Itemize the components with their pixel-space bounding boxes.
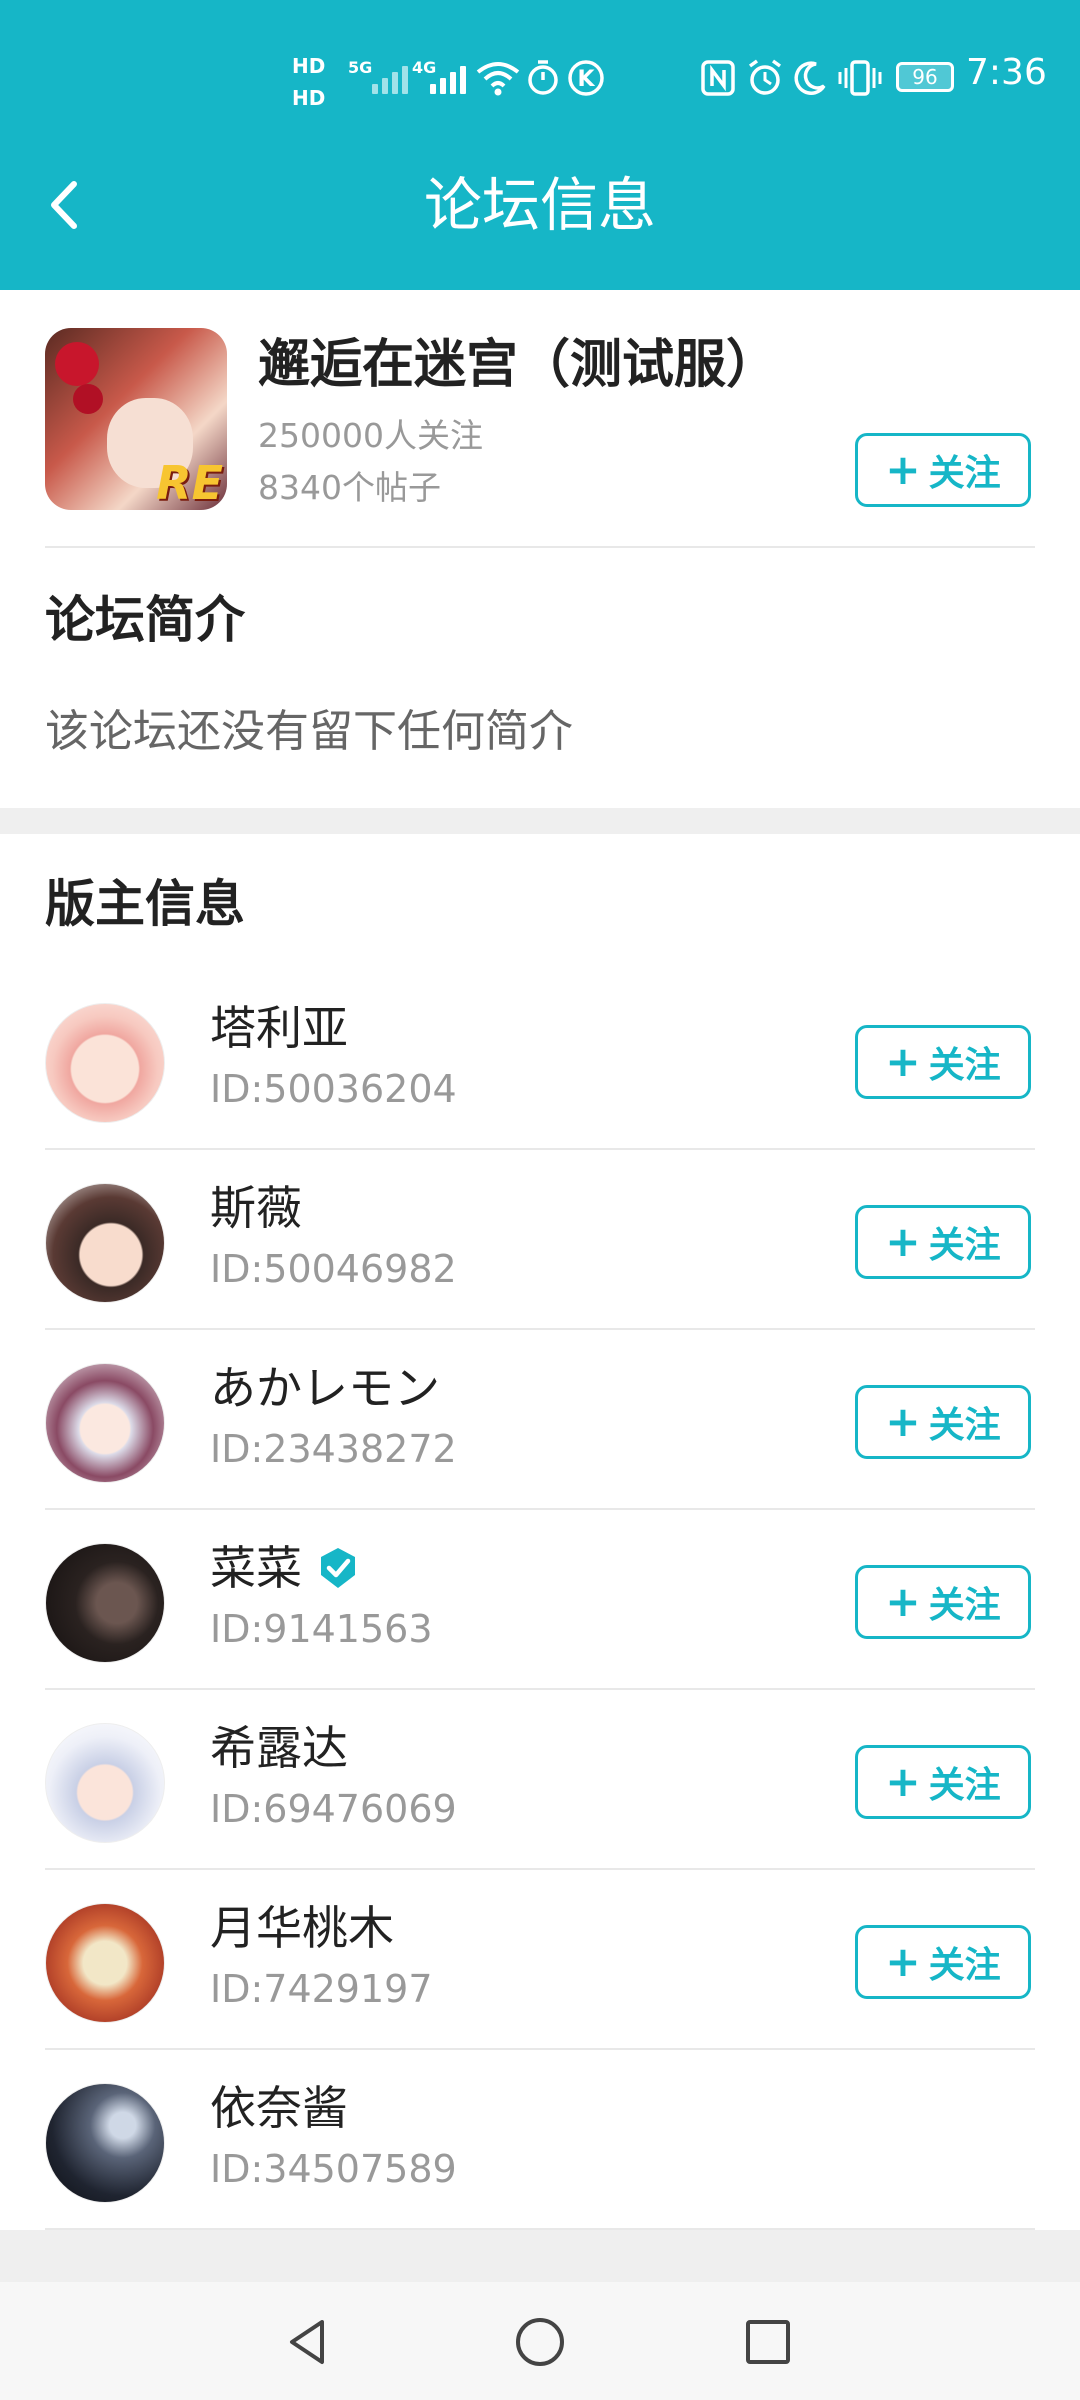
forum-followers: 250000人关注 bbox=[258, 416, 483, 455]
moderator-id: ID:9141563 bbox=[210, 1607, 433, 1651]
intro-text: 该论坛还没有留下任何简介 bbox=[45, 706, 573, 757]
bottom-spacer bbox=[0, 2230, 1080, 2282]
moderator-row[interactable]: 塔利亚 ID:50036204 + 关注 bbox=[0, 970, 1080, 1150]
vibrate-icon bbox=[838, 58, 882, 107]
avatar[interactable] bbox=[45, 1543, 165, 1663]
hd2-label: HD bbox=[292, 86, 326, 110]
signal-icon bbox=[372, 54, 408, 94]
forum-posts: 8340个帖子 bbox=[258, 468, 441, 507]
moon-icon bbox=[792, 58, 828, 107]
moderator-name: 依奈酱 bbox=[210, 2081, 348, 2135]
wifi-icon bbox=[476, 58, 520, 107]
forum-icon: RE bbox=[45, 328, 227, 510]
follow-button[interactable]: + 关注 bbox=[855, 1565, 1031, 1639]
svg-text:K: K bbox=[577, 67, 595, 92]
avatar[interactable] bbox=[45, 1363, 165, 1483]
moderator-id: ID:69476069 bbox=[210, 1787, 457, 1831]
verified-badge-icon bbox=[321, 1548, 355, 1588]
follow-button[interactable]: + 关注 bbox=[855, 1925, 1031, 1999]
triangle-back-icon[interactable] bbox=[278, 2312, 338, 2372]
plus-icon: + bbox=[885, 1397, 921, 1446]
moderator-row[interactable]: 斯薇 ID:50046982 + 关注 bbox=[0, 1150, 1080, 1330]
hd-indicator: HD HD bbox=[292, 50, 325, 114]
moderator-row[interactable]: 菜菜 ID:9141563 + 关注 bbox=[0, 1510, 1080, 1690]
moderator-row[interactable]: 月华桃木 ID:7429197 + 关注 bbox=[0, 1870, 1080, 2050]
follow-label: 关注 bbox=[928, 1225, 1001, 1266]
moderator-row[interactable]: 依奈酱 ID:34507589 bbox=[0, 2050, 1080, 2230]
follow-label: 关注 bbox=[928, 1405, 1001, 1446]
moderator-id: ID:50036204 bbox=[210, 1067, 457, 1111]
moderator-name-text: 菜菜 bbox=[210, 1541, 302, 1595]
follow-label: 关注 bbox=[928, 1045, 1001, 1086]
plus-icon: + bbox=[885, 1937, 921, 1986]
square-recents-icon[interactable] bbox=[738, 2312, 798, 2372]
app-header: HD HD 5G 4G K 96 7:36 论坛信息 bbox=[0, 0, 1080, 290]
signal-icon bbox=[430, 54, 466, 94]
follow-button[interactable]: + 关注 bbox=[855, 1205, 1031, 1279]
moderator-id: ID:34507589 bbox=[210, 2147, 457, 2191]
avatar[interactable] bbox=[45, 1003, 165, 1123]
moderator-id: ID:7429197 bbox=[210, 1967, 433, 2011]
moderator-name: 月华桃木 bbox=[210, 1901, 394, 1955]
status-bar: HD HD 5G 4G K 96 7:36 bbox=[0, 0, 1080, 150]
section-gap bbox=[0, 808, 1080, 834]
follow-label: 关注 bbox=[928, 453, 1001, 494]
page-title: 论坛信息 bbox=[423, 171, 656, 239]
moderator-row[interactable]: 希露达 ID:69476069 + 关注 bbox=[0, 1690, 1080, 1870]
moderator-id: ID:50046982 bbox=[210, 1247, 457, 1291]
avatar[interactable] bbox=[45, 1723, 165, 1843]
moderator-id: ID:23438272 bbox=[210, 1427, 457, 1471]
follow-button[interactable]: + 关注 bbox=[855, 1385, 1031, 1459]
follow-label: 关注 bbox=[928, 1945, 1001, 1986]
moderator-name: 希露达 bbox=[210, 1721, 348, 1775]
system-nav-bar bbox=[0, 2282, 1080, 2400]
follow-button[interactable]: + 关注 bbox=[855, 1745, 1031, 1819]
plus-icon: + bbox=[885, 1217, 921, 1266]
alarm-icon bbox=[746, 58, 784, 107]
plus-icon: + bbox=[885, 1037, 921, 1086]
rose-decoration bbox=[55, 342, 99, 386]
rose-decoration bbox=[73, 384, 103, 414]
follow-label: 关注 bbox=[928, 1585, 1001, 1626]
network-5g-label: 5G bbox=[348, 58, 373, 77]
plus-icon: + bbox=[885, 1577, 921, 1626]
hd1-label: HD bbox=[292, 54, 326, 78]
forum-follow-button[interactable]: + 关注 bbox=[855, 433, 1031, 507]
plus-icon: + bbox=[885, 445, 921, 494]
forum-name: 邂逅在迷宫（测试服） bbox=[258, 335, 779, 395]
clock: 7:36 bbox=[966, 52, 1047, 93]
battery-indicator: 96 bbox=[896, 62, 954, 92]
moderators-title: 版主信息 bbox=[45, 875, 245, 933]
k-app-icon: K bbox=[566, 58, 606, 107]
avatar[interactable] bbox=[45, 1183, 165, 1303]
plus-icon: + bbox=[885, 1757, 921, 1806]
forum-icon-badge: RE bbox=[156, 456, 223, 510]
moderator-row[interactable]: あかレモン ID:23438272 + 关注 bbox=[0, 1330, 1080, 1510]
moderator-name: 斯薇 bbox=[210, 1181, 302, 1235]
avatar[interactable] bbox=[45, 2083, 165, 2203]
moderator-name: あかレモン bbox=[210, 1361, 440, 1415]
follow-button[interactable]: + 关注 bbox=[855, 1025, 1031, 1099]
avatar[interactable] bbox=[45, 1903, 165, 2023]
timer-icon bbox=[526, 58, 560, 107]
nfc-icon bbox=[700, 58, 736, 107]
moderator-name: 菜菜 bbox=[210, 1538, 360, 1598]
follow-label: 关注 bbox=[928, 1765, 1001, 1806]
moderator-name: 塔利亚 bbox=[210, 1001, 348, 1055]
intro-title: 论坛简介 bbox=[45, 591, 245, 649]
circle-home-icon[interactable] bbox=[510, 2312, 570, 2372]
divider bbox=[45, 546, 1035, 548]
